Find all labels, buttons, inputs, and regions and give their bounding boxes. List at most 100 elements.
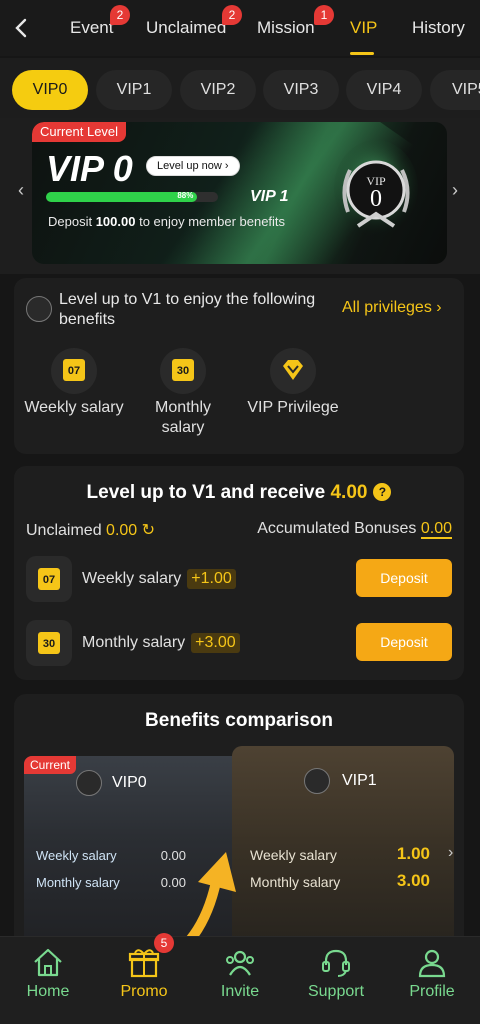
unclaimed-value: 0.00	[106, 522, 138, 539]
nav-home-label: Home	[26, 983, 70, 1000]
comparison-title: Benefits comparison	[145, 710, 333, 731]
carousel-next-icon[interactable]: ›	[452, 180, 458, 201]
all-privileges-label: All privileges	[342, 299, 432, 316]
tab-mission[interactable]: Mission	[257, 18, 315, 38]
accumulated-bonuses: Accumulated Bonuses 0.00	[257, 520, 452, 539]
privilege-monthly-label: Monthly salary	[154, 399, 212, 436]
privileges-card: Level up to V1 to enjoy the following be…	[14, 278, 464, 454]
unclaimed-label: Unclaimed	[26, 522, 102, 539]
monthly-salary-bonus: +3.00	[191, 633, 240, 653]
carousel-prev-icon[interactable]: ‹	[18, 180, 24, 201]
tab-event[interactable]: Event	[70, 18, 113, 38]
level-pill-vip2[interactable]: VIP2	[180, 70, 256, 110]
vip1-small-medal-icon	[26, 296, 52, 322]
tab-unclaimed-label: Unclaimed	[146, 18, 227, 37]
privileges-title: Level up to V1 to enjoy the following be…	[59, 291, 316, 328]
diamond-icon	[270, 348, 316, 394]
level-progress-bar: 88%	[46, 191, 218, 202]
vip0-name: VIP0	[112, 774, 147, 791]
nav-support[interactable]: Support	[296, 945, 376, 1001]
nav-promo[interactable]: Promo	[104, 945, 184, 1001]
tab-history[interactable]: History	[412, 18, 465, 38]
nav-invite[interactable]: Invite	[200, 945, 280, 1001]
privilege-vip: VIP Privilege	[240, 348, 346, 418]
vip1-medal-icon	[304, 768, 330, 794]
level-progress-fill: 88%	[46, 191, 198, 202]
unclaimed-summary: Unclaimed 0.00 ↻	[26, 520, 155, 540]
weekly-deposit-button[interactable]: Deposit	[356, 559, 452, 597]
level-up-button[interactable]: Level up now ›	[146, 156, 240, 176]
monthly-deposit-button[interactable]: Deposit	[356, 623, 452, 661]
comparison-next-column: VIP1 Weekly salary 1.00 Monthly salary 3…	[232, 746, 454, 954]
weekly-salary-text: Weekly salary	[82, 570, 182, 587]
accumulated-value[interactable]: 0.00	[420, 520, 452, 539]
vip0-weekly-value: 0.00	[160, 848, 186, 863]
nav-home[interactable]: Home	[8, 945, 88, 1001]
vip1-weekly-label: Weekly salary	[250, 847, 337, 863]
weekly-calendar-number: 07	[63, 359, 85, 381]
weekly-salary-row: 07 Weekly salary +1.00 Deposit	[26, 556, 452, 602]
rewards-amount: 4.00	[330, 482, 368, 503]
level-banner-carousel: ‹ Current Level VIP 0 Level up now › 88%…	[0, 118, 480, 274]
headset-icon	[318, 945, 354, 981]
weekly-salary-label: Weekly salary +1.00	[82, 569, 236, 589]
rewards-title-text: Level up to V1 and receive	[86, 482, 326, 503]
promo-badge: 5	[154, 933, 174, 953]
weekly-salary-bonus: +1.00	[187, 569, 236, 589]
tab-event-label: Event	[70, 18, 114, 37]
nav-profile[interactable]: Profile	[392, 945, 472, 1001]
vip1-monthly-label: Monthly salary	[250, 874, 341, 890]
back-arrow-icon[interactable]	[10, 14, 34, 42]
monthly-salary-text: Monthly salary	[82, 634, 186, 651]
invite-users-icon	[222, 945, 258, 981]
monthly-salary-calendar-number: 30	[38, 632, 60, 654]
level-progress-text: 88%	[177, 191, 194, 200]
deposit-hint-amount: 100.00	[95, 214, 136, 229]
tab-unclaimed-badge: 2	[222, 5, 242, 25]
vip0-monthly-value: 0.00	[160, 875, 186, 890]
next-level-label: VIP 1	[250, 188, 289, 205]
vip-medal-number: 0	[370, 186, 382, 212]
vip1-weekly-value: 1.00	[396, 844, 430, 863]
help-icon[interactable]: ?	[373, 483, 392, 501]
weekly-salary-calendar-icon: 07	[26, 556, 72, 602]
tab-vip[interactable]: VIP	[350, 18, 377, 38]
comparison-next-icon[interactable]: ›	[448, 844, 453, 862]
level-pill-vip1[interactable]: VIP1	[96, 70, 172, 110]
rewards-title: Level up to V1 and receive 4.00?	[14, 482, 464, 504]
privilege-monthly-salary: 30 Monthly salary	[138, 348, 228, 438]
level-pill-vip0[interactable]: VIP0	[12, 70, 88, 110]
active-tab-indicator	[350, 52, 374, 55]
monthly-calendar-number: 30	[172, 359, 194, 381]
tab-event-badge: 2	[110, 5, 130, 25]
vip1-name: VIP1	[342, 772, 377, 789]
level-pill-vip5[interactable]: VIP5	[430, 70, 480, 110]
privilege-vip-label: VIP Privilege	[247, 399, 339, 416]
nav-promo-label: Promo	[120, 983, 168, 1000]
weekly-calendar-icon: 07	[51, 348, 97, 394]
tab-mission-badge: 1	[314, 5, 334, 25]
top-tab-bar: Event 2 Unclaimed 2 Mission 1 VIP Histor…	[0, 0, 480, 56]
home-icon	[30, 945, 66, 981]
current-level-title: VIP 0	[46, 148, 133, 189]
level-up-rewards-card: Level up to V1 and receive 4.00? Unclaim…	[14, 466, 464, 680]
refresh-icon[interactable]: ↻	[142, 522, 155, 539]
tab-vip-label: VIP	[350, 18, 378, 37]
vip-medal-icon: VIP 0	[334, 140, 418, 240]
privilege-weekly-salary: 07 Weekly salary	[24, 348, 124, 418]
level-pill-vip3[interactable]: VIP3	[263, 70, 339, 110]
tab-unclaimed[interactable]: Unclaimed	[146, 18, 226, 38]
deposit-hint: Deposit 100.00 to enjoy member benefits	[48, 214, 285, 229]
current-tag: Current	[24, 756, 77, 774]
level-pill-vip4[interactable]: VIP4	[346, 70, 422, 110]
tab-mission-label: Mission	[257, 18, 315, 37]
monthly-salary-label: Monthly salary +3.00	[82, 633, 240, 653]
tab-history-label: History	[412, 18, 465, 37]
deposit-hint-suffix: to enjoy member benefits	[135, 214, 286, 229]
vip1-monthly-value: 3.00	[396, 871, 430, 890]
monthly-salary-row: 30 Monthly salary +3.00 Deposit	[26, 620, 452, 666]
all-privileges-link[interactable]: All privileges ›	[342, 299, 442, 317]
nav-invite-label: Invite	[220, 983, 260, 1000]
monthly-calendar-icon: 30	[160, 348, 206, 394]
bottom-navigation: Home Promo 5 Invite Support Profile	[0, 933, 480, 1024]
